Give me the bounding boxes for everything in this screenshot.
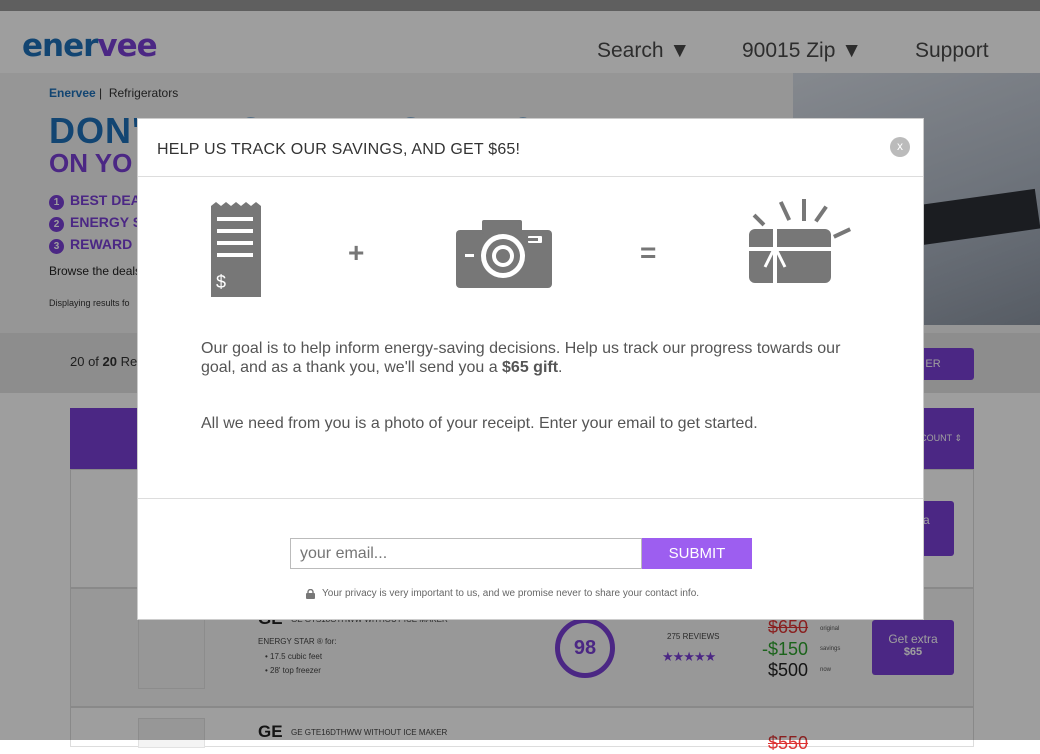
- modal-header: HELP US TRACK OUR SAVINGS, AND GET $65! …: [138, 119, 923, 177]
- modal-instructions-text: All we need from you is a photo of your …: [201, 415, 758, 432]
- camera-icon: [456, 220, 552, 288]
- modal-title: HELP US TRACK OUR SAVINGS, AND GET $65!: [157, 141, 521, 158]
- receipt-dollar: $: [216, 272, 226, 292]
- gift-card-icon: [749, 199, 851, 283]
- privacy-note: Your privacy is very important to us, an…: [322, 588, 700, 599]
- modal-goal-text: Our goal is to help inform energy-saving…: [201, 340, 841, 376]
- receipt-modal: HELP US TRACK OUR SAVINGS, AND GET $65! …: [137, 118, 924, 620]
- equals-sign: =: [640, 237, 657, 268]
- submit-button[interactable]: SUBMIT: [642, 538, 752, 569]
- email-input[interactable]: [290, 538, 642, 569]
- receipt-icon: $: [211, 202, 261, 297]
- plus-sign: +: [348, 237, 365, 268]
- modal-divider: [138, 498, 923, 499]
- lock-icon: [306, 589, 315, 599]
- close-icon[interactable]: x: [890, 137, 910, 157]
